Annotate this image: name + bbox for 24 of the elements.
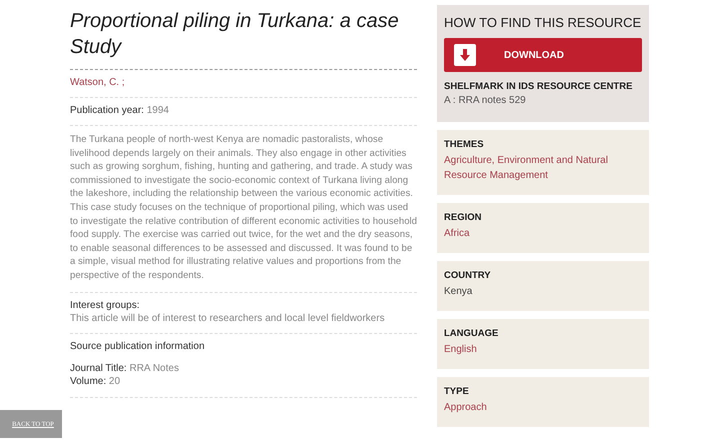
author-link[interactable]: Watson, C. ; — [70, 77, 125, 88]
shelfmark-value: A : RRA notes 529 — [444, 95, 527, 106]
interest-groups-text: This article will be of interest to researchers and local level fieldworkers — [70, 312, 386, 324]
download-button[interactable]: DOWNLOAD — [444, 38, 642, 72]
facet-link[interactable]: Approach — [444, 400, 642, 415]
find-resource-heading: HOW TO FIND THIS RESOURCE — [444, 15, 642, 30]
interest-groups-label: Interest groups: — [70, 300, 140, 311]
facet-link[interactable]: Africa — [444, 226, 642, 241]
source-heading: Source publication information — [70, 340, 206, 352]
facet-heading: TYPE — [444, 386, 470, 397]
abstract-text: The Turkana people of north-west Kenya are nomadic pastoralists, whose livelihood depends largely on their animals. They also engage in other activities such as growing sorghum, fishing, hunting and gathering, and trade. A study was commissioned to investigate the socio-economic context of Turkana living along the lakeshore, including the relationship between the various economic activities. This case study focuses on the technique of proportional piling, which was used to investigate the relative contribution of different economic activities to household food supply. The exercise was carried out twice, for the wet and the dry seasons, to enable seasonal differences to be assessed and discussed. It was found to be a simple, visual method for illustrating relative values and proportions from the perspective of the respondents. — [70, 133, 417, 283]
source-field: Journal Title: RRA Notes — [70, 362, 417, 375]
source-field: Volume: 20 — [70, 374, 417, 388]
facet-heading: COUNTRY — [444, 270, 492, 281]
facet-link[interactable]: Agriculture, Environment and Natural Resource Management — [444, 153, 642, 183]
facet-heading: THEMES — [444, 139, 485, 150]
shelfmark-label: SHELFMARK IN IDS RESOURCE CENTRE — [444, 81, 634, 92]
page-title: Proportional piling in Turkana: a case Study — [70, 9, 400, 60]
publication-year: Publication year: 1994 — [70, 105, 170, 116]
facet-link[interactable]: English — [444, 342, 642, 357]
facet-heading: REGION — [444, 212, 482, 223]
facet-heading: LANGUAGE — [444, 328, 500, 339]
download-icon — [454, 44, 476, 66]
facet-value: Kenya — [444, 285, 474, 299]
